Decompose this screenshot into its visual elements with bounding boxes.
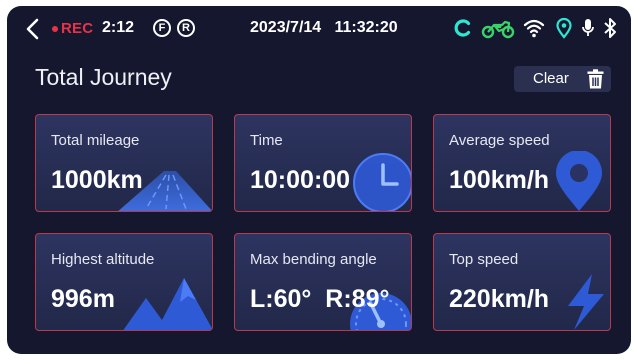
time-card: Time 10:00:00 [234,114,412,212]
card-label: Time [250,132,283,149]
date-time: 2023/7/14 11:32:20 [250,19,398,36]
total-mileage-card: Total mileage 1000km [35,114,213,212]
wifi-icon [523,19,545,38]
journey-screen: REC 2:12 F R 2023/7/14 11:32:20 Total Jo… [7,6,631,354]
sync-icon [454,19,471,37]
microphone-icon [582,19,594,36]
card-value: 996m [51,285,115,313]
page-title: Total Journey [35,64,172,90]
location-icon [556,17,572,39]
status-bar: REC 2:12 F R 2023/7/14 11:32:20 [7,6,631,50]
clock-icon [353,153,411,211]
recording-time: 2:12 [102,19,135,36]
trash-icon [587,69,604,89]
motorcycle-icon [481,20,515,39]
card-label: Average speed [449,132,550,149]
card-value: 10:00:00 [250,166,351,194]
max-bending-angle-card: Max bending angle L:60° R:89° [234,233,412,331]
mountain-icon [123,278,212,330]
card-label: Total mileage [51,132,140,149]
rec-dot-icon [52,26,58,32]
clear-button-label: Clear [533,70,569,87]
map-pin-icon [556,151,602,211]
card-value: 100km/h [449,166,550,194]
average-speed-card: Average speed 100km/h [433,114,611,212]
rec-label: REC [61,20,94,37]
front-camera-badge: F [153,19,171,37]
card-label: Top speed [449,251,519,268]
card-value: 220km/h [449,285,550,313]
card-label: Highest altitude [51,251,155,268]
card-value: L:60° R:89° [250,285,390,313]
lightning-icon [568,274,604,330]
card-value: 1000km [51,166,143,194]
top-speed-card: Top speed 220km/h [433,233,611,331]
back-arrow-icon[interactable] [23,18,43,40]
bluetooth-icon [604,18,616,38]
highest-altitude-card: Highest altitude 996m [35,233,213,331]
rear-camera-badge: R [177,19,195,37]
clear-button[interactable]: Clear [514,66,611,92]
card-label: Max bending angle [250,251,377,268]
